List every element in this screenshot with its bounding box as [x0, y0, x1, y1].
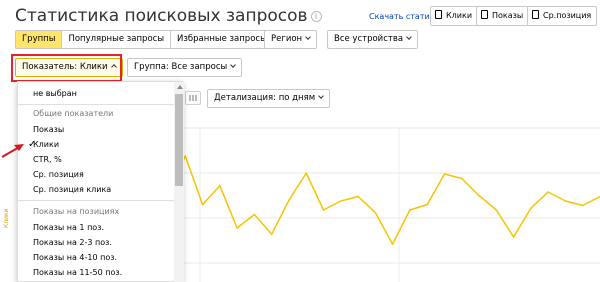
data-point	[391, 243, 394, 245]
dropdown-divider	[18, 104, 174, 105]
dropdown-section-general: Общие показатели	[33, 109, 114, 118]
dropdown-option-avg-click-position[interactable]: Ср. позиция клика	[33, 185, 111, 194]
data-point	[322, 209, 325, 211]
data-point	[409, 209, 411, 211]
table-view-icon[interactable]	[185, 91, 201, 105]
dropdown-option-pos-1[interactable]: Показы на 1 поз.	[33, 223, 104, 232]
highlight-frame	[11, 54, 122, 82]
data-point	[581, 204, 584, 207]
pointer-arrow-icon	[1, 144, 24, 158]
chevron-down-icon	[318, 93, 324, 99]
dropdown-option-pos-11-50[interactable]: Показы на 11-50 поз.	[33, 268, 122, 277]
y-axis-label: Клики	[3, 208, 10, 228]
group-select[interactable]: Группа: Все запросы	[127, 58, 243, 77]
data-point	[357, 195, 359, 198]
data-point	[288, 199, 290, 201]
data-point	[219, 184, 221, 187]
data-point	[443, 173, 446, 175]
data-point	[495, 209, 498, 211]
data-point	[461, 177, 463, 180]
data-point	[512, 236, 515, 238]
dropdown-section-positions: Показы на позициях	[33, 207, 120, 216]
dropdown-option-pos-2-3[interactable]: Показы на 2-3 поз.	[33, 238, 112, 247]
indicator-dropdown: не выбран Общие показатели Показы Клики …	[17, 81, 184, 282]
checkmark-icon: ✓	[28, 139, 37, 150]
clicks-series-line	[167, 155, 600, 245]
data-point	[184, 155, 187, 157]
data-point	[236, 227, 238, 229]
dropdown-option-pos-4-10[interactable]: Показы на 4-10 поз.	[33, 253, 117, 262]
data-point	[305, 172, 308, 174]
chevron-down-icon	[230, 62, 237, 68]
detail-select[interactable]: Детализация: по дням	[207, 89, 331, 108]
dropdown-option-impressions[interactable]: Показы	[33, 125, 64, 134]
data-point	[426, 203, 429, 206]
dropdown-option-avg-position[interactable]: Ср. позиция	[33, 170, 84, 179]
dropdown-option-none[interactable]: не выбран	[18, 82, 174, 104]
data-point	[547, 191, 549, 193]
data-point	[564, 200, 567, 202]
chart-points	[167, 155, 600, 245]
dropdown-option-ctr[interactable]: CTR, %	[33, 155, 62, 164]
data-point	[530, 207, 532, 209]
data-point	[270, 233, 273, 236]
data-point	[374, 211, 377, 214]
scroll-up-icon[interactable]	[177, 85, 183, 89]
data-point	[340, 200, 342, 202]
dropdown-scrollbar[interactable]	[174, 82, 184, 282]
data-point	[478, 194, 480, 197]
dropdown-divider	[18, 200, 174, 201]
scroll-thumb[interactable]	[175, 94, 183, 186]
data-point	[201, 203, 204, 206]
dropdown-option-clicks[interactable]: Клики	[33, 140, 59, 149]
data-point	[253, 213, 256, 216]
